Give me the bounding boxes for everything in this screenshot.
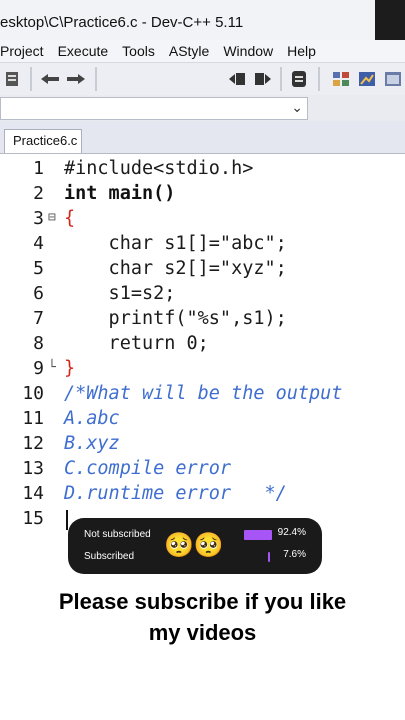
line-number: 9: [33, 358, 44, 379]
line-number: 13: [22, 458, 44, 479]
code-line: 10 /*What will be the output: [0, 383, 405, 408]
fold-end-icon: └: [48, 360, 56, 375]
code-comment: B.xyz: [64, 433, 120, 454]
code-editor[interactable]: 1 #include<stdio.h> 2 int main() 3 ⊟ { 4…: [0, 153, 405, 534]
subscribe-caption: Please subscribe if you like my videos: [0, 586, 405, 648]
line-number: 2: [33, 183, 44, 204]
code-text: char s1[]="abc";: [64, 233, 287, 254]
poll-percent: 92.4%: [277, 527, 306, 538]
code-line: 14 D.runtime error */: [0, 483, 405, 508]
code-text: int main(): [64, 183, 176, 204]
menu-project[interactable]: Project: [0, 40, 44, 62]
line-number: 11: [22, 408, 44, 429]
code-text: {: [64, 208, 76, 229]
code-text: s1=s2;: [64, 283, 176, 304]
combo-row: ⌄: [0, 95, 405, 121]
line-number: 6: [33, 283, 44, 304]
poll-option-label[interactable]: Subscribed: [84, 549, 134, 565]
caption-line-2: my videos: [148, 620, 257, 645]
code-text: return 0;: [64, 333, 209, 354]
code-line: 11 A.abc: [0, 408, 405, 433]
caption-line-1: Please subscribe if you like: [58, 589, 347, 614]
menu-astyle[interactable]: AStyle: [169, 40, 209, 62]
poll-bar-not-subscribed: [244, 530, 272, 540]
code-text: #include<stdio.h>: [64, 158, 254, 179]
line-number: 8: [33, 333, 44, 354]
poll-bar-subscribed: [268, 552, 270, 562]
title-bar: esktop\C\Practice6.c - Dev-C++ 5.11: [0, 0, 405, 40]
code-line: 8 return 0;: [0, 333, 405, 358]
redo-icon[interactable]: [64, 69, 88, 89]
tab-practice6[interactable]: Practice6.c: [4, 129, 82, 153]
menu-window[interactable]: Window: [223, 40, 273, 62]
line-number: 3: [33, 208, 44, 229]
pleading-face-emoji: 🥺🥺: [164, 532, 224, 559]
code-text: }: [64, 358, 76, 379]
line-number: 10: [22, 383, 44, 404]
code-line: 2 int main(): [0, 183, 405, 208]
print-icon[interactable]: [2, 69, 24, 89]
code-text: printf("%s",s1);: [64, 308, 287, 329]
code-line: 12 B.xyz: [0, 433, 405, 458]
code-line: 9 └ }: [0, 358, 405, 383]
undo-icon[interactable]: [38, 69, 62, 89]
chart-icon[interactable]: [356, 69, 378, 89]
line-number: 12: [22, 433, 44, 454]
menu-tools[interactable]: Tools: [122, 40, 155, 62]
class-dropdown[interactable]: ⌄: [0, 97, 308, 120]
chevron-down-icon: ⌄: [291, 99, 303, 115]
code-text: char s2[]="xyz";: [64, 258, 287, 279]
menu-bar: Project Execute Tools AStyle Window Help: [0, 40, 405, 62]
poll-option-label[interactable]: Not subscribed: [84, 527, 151, 543]
code-comment: /*What will be the output: [64, 383, 343, 404]
unindent-icon[interactable]: [252, 69, 274, 89]
poll-percent: 7.6%: [283, 549, 306, 560]
toolbar: [0, 62, 405, 96]
menu-execute[interactable]: Execute: [58, 40, 109, 62]
menu-help[interactable]: Help: [287, 40, 316, 62]
line-number: 4: [33, 233, 44, 254]
tab-strip: Practice6.c: [0, 121, 405, 153]
code-line: 13 C.compile error: [0, 458, 405, 483]
code-comment: D.runtime error */: [64, 483, 287, 504]
code-comment: A.abc: [64, 408, 120, 429]
code-line: 7 printf("%s",s1);: [0, 308, 405, 333]
grid-view-icon[interactable]: [330, 69, 352, 89]
window-icon[interactable]: [382, 69, 404, 89]
line-number: 5: [33, 258, 44, 279]
toggle-comment-icon[interactable]: [288, 69, 310, 89]
code-comment: C.compile error: [64, 458, 232, 479]
fold-minus-icon[interactable]: ⊟: [48, 210, 56, 225]
title-bar-edge: [375, 0, 405, 40]
code-line: 5 char s2[]="xyz";: [0, 258, 405, 283]
code-line: 6 s1=s2;: [0, 283, 405, 308]
indent-icon[interactable]: [226, 69, 248, 89]
code-line: 3 ⊟ {: [0, 208, 405, 233]
code-line: 1 #include<stdio.h>: [0, 158, 405, 183]
text-cursor: [66, 510, 68, 530]
window-title: esktop\C\Practice6.c - Dev-C++ 5.11: [0, 14, 244, 31]
code-line: 4 char s1[]="abc";: [0, 233, 405, 258]
line-number: 7: [33, 308, 44, 329]
subscribe-poll: Not subscribed Subscribed 🥺🥺 92.4% 7.6%: [68, 518, 322, 574]
line-number: 15: [22, 508, 44, 529]
line-number: 1: [33, 158, 44, 179]
line-number: 14: [22, 483, 44, 504]
